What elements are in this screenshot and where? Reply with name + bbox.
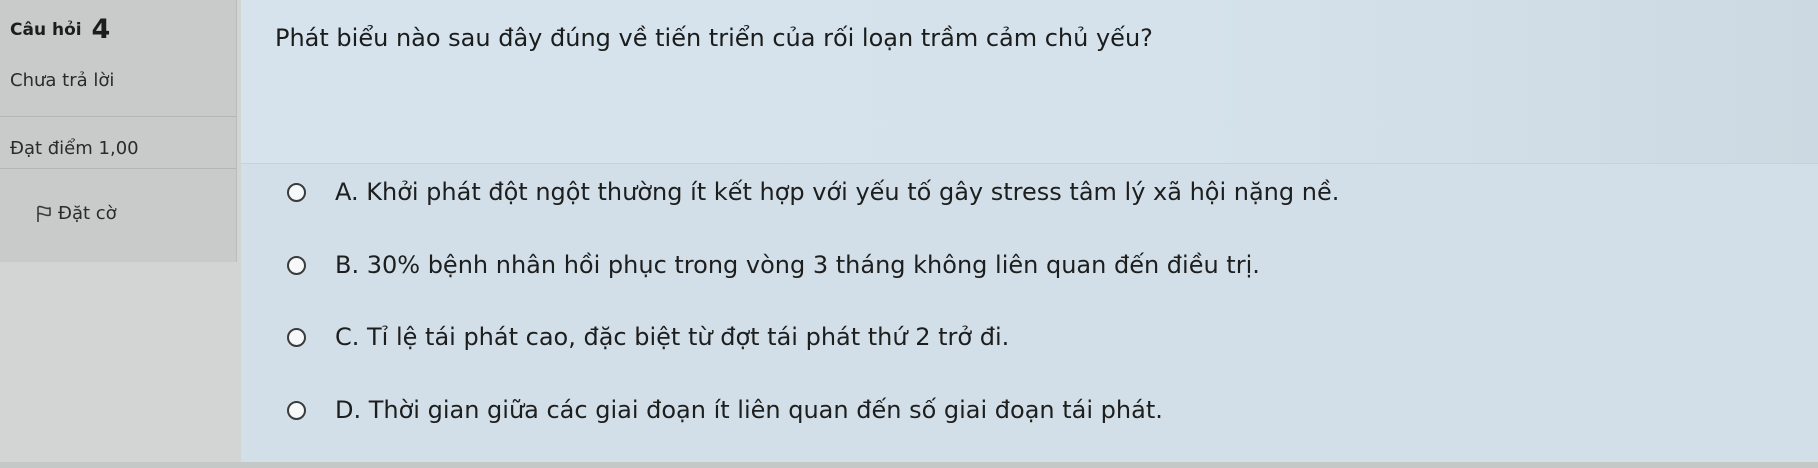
question-title: Câu hỏi 4 [10, 14, 110, 45]
question-number: 4 [91, 14, 111, 45]
quiz-page: Câu hỏi 4 Chưa trả lời Đạt điểm 1,00 Đặt… [0, 0, 1818, 468]
answer-options: A. Khởi phát đột ngột thường ít kết hợp … [241, 163, 1818, 463]
question-label: Câu hỏi [10, 20, 82, 40]
question-text: Phát biểu nào sau đây đúng về tiến triển… [275, 24, 1153, 52]
option-label: D. Thời gian giữa các giai đoạn ít liên … [335, 396, 1163, 424]
info-divider [0, 168, 236, 169]
option-label: B. 30% bệnh nhân hồi phục trong vòng 3 t… [335, 251, 1260, 279]
question-info-panel: Câu hỏi 4 Chưa trả lời Đạt điểm 1,00 Đặt… [0, 0, 237, 262]
question-content: Phát biểu nào sau đây đúng về tiến triển… [241, 0, 1818, 463]
question-grade: Đạt điểm 1,00 [10, 138, 139, 159]
option-b[interactable]: B. 30% bệnh nhân hồi phục trong vòng 3 t… [287, 251, 1260, 279]
page-bottom-edge [0, 462, 1818, 468]
radio-unchecked-icon[interactable] [287, 327, 306, 347]
flag-label: Đặt cờ [58, 203, 117, 224]
option-d[interactable]: D. Thời gian giữa các giai đoạn ít liên … [287, 396, 1163, 424]
question-status: Chưa trả lời [10, 70, 115, 91]
option-c[interactable]: C. Tỉ lệ tái phát cao, đặc biệt từ đợt t… [287, 323, 1009, 351]
flag-icon [37, 205, 51, 222]
option-label: A. Khởi phát đột ngột thường ít kết hợp … [335, 178, 1340, 206]
radio-unchecked-icon[interactable] [287, 182, 306, 202]
option-label: C. Tỉ lệ tái phát cao, đặc biệt từ đợt t… [335, 323, 1010, 351]
option-a[interactable]: A. Khởi phát đột ngột thường ít kết hợp … [287, 178, 1339, 206]
info-divider [0, 116, 236, 117]
radio-unchecked-icon[interactable] [287, 255, 306, 275]
flag-question-button[interactable]: Đặt cờ [36, 203, 117, 224]
radio-unchecked-icon[interactable] [287, 400, 306, 420]
